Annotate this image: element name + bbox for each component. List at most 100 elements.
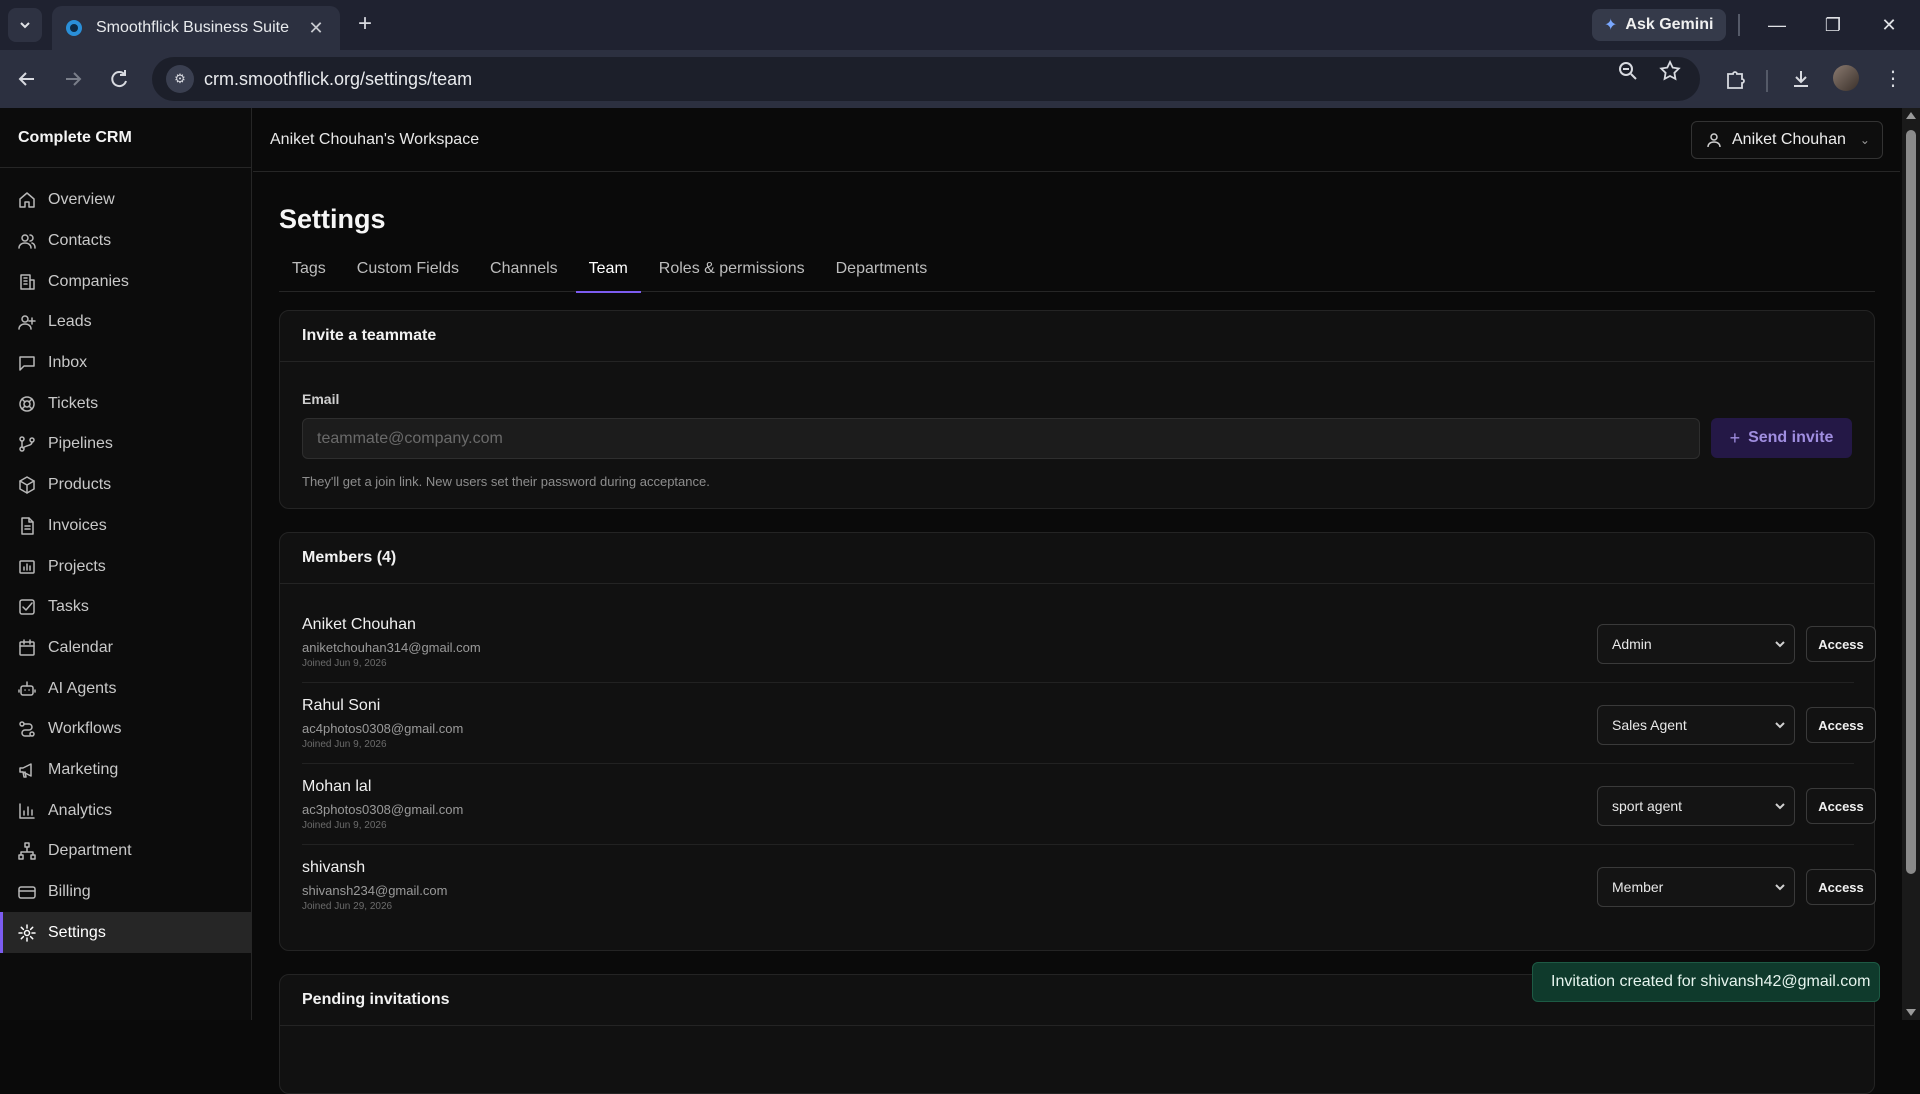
sidebar-item-settings[interactable]: Settings (0, 912, 251, 954)
main-area: Aniket Chouhan's Workspace Aniket Chouha… (253, 108, 1900, 1094)
sidebar-item-label: Workflows (48, 720, 122, 738)
tab-departments[interactable]: Departments (823, 256, 941, 292)
sidebar-item-workflows[interactable]: Workflows (0, 709, 251, 750)
back-button[interactable] (12, 64, 42, 94)
tab-search-button[interactable] (8, 8, 42, 42)
gemini-sparkle-icon: ✦ (1604, 17, 1618, 34)
invite-hint: They'll get a join link. New users set t… (302, 474, 710, 489)
user-menu-button[interactable]: Aniket Chouhan ⌄ (1691, 121, 1883, 159)
member-email: aniketchouhan314@gmail.com (302, 640, 481, 655)
role-select[interactable]: Member (1597, 867, 1795, 907)
browser-tab-active[interactable]: Smoothflick Business Suite ✕ (52, 6, 340, 50)
minimize-button[interactable]: — (1762, 10, 1792, 40)
sidebar-item-pipelines[interactable]: Pipelines (0, 424, 251, 465)
member-joined-date: Joined Jun 9, 2026 (302, 739, 387, 750)
tab-team[interactable]: Team (575, 256, 641, 293)
reload-button[interactable] (104, 64, 134, 94)
sidebar-item-marketing[interactable]: Marketing (0, 750, 251, 791)
sidebar-item-ai-agents[interactable]: AI Agents (0, 668, 251, 709)
scroll-down-icon[interactable] (1906, 1009, 1916, 1016)
site-settings-icon[interactable]: ⚙ (166, 65, 194, 93)
sidebar-item-products[interactable]: Products (0, 465, 251, 506)
sidebar-item-label: Analytics (48, 801, 113, 819)
forward-button[interactable] (58, 64, 88, 94)
downloads-icon[interactable] (1786, 64, 1816, 94)
git-branch-icon (18, 435, 36, 453)
message-icon (18, 354, 36, 372)
sidebar-item-analytics[interactable]: Analytics (0, 790, 251, 831)
sidebar-item-label: Tickets (48, 394, 99, 412)
member-row: Aniket Chouhan aniketchouhan314@gmail.com… (302, 602, 1876, 683)
member-row: Rahul Soni ac4photos0308@gmail.com Joined … (302, 683, 1876, 764)
browser-menu-icon[interactable]: ⋮ (1878, 64, 1908, 94)
member-name: Aniket Chouhan (302, 616, 416, 633)
browser-profile-avatar[interactable] (1833, 65, 1859, 91)
building-icon (18, 273, 36, 291)
extensions-icon[interactable] (1720, 64, 1750, 94)
tab-channels[interactable]: Channels (477, 256, 571, 292)
url-text[interactable]: crm.smoothflick.org/settings/team (204, 69, 472, 90)
check-square-icon (18, 598, 36, 616)
user-menu-label: Aniket Chouhan (1732, 131, 1846, 148)
role-select[interactable]: Sales Agent (1597, 705, 1795, 745)
sidebar-item-companies[interactable]: Companies (0, 261, 251, 302)
sidebar-item-overview[interactable]: Overview (0, 180, 251, 221)
sidebar-item-label: Tasks (48, 598, 89, 616)
megaphone-icon (18, 761, 36, 779)
scroll-up-icon[interactable] (1906, 112, 1916, 119)
sidebar-item-calendar[interactable]: Calendar (0, 628, 251, 669)
member-row: shivansh shivansh234@gmail.com Joined Jun … (302, 845, 1876, 926)
sidebar-item-tasks[interactable]: Tasks (0, 587, 251, 628)
sidebar-item-billing[interactable]: Billing (0, 872, 251, 913)
restore-button[interactable]: ❐ (1818, 10, 1848, 40)
invite-card: Invite a teammate Email + Send invite Th… (279, 310, 1875, 509)
network-icon (18, 842, 36, 861)
page-scrollbar[interactable] (1902, 108, 1920, 1020)
address-bar[interactable]: ⚙ crm.smoothflick.org/settings/team (152, 57, 1700, 101)
sidebar-item-contacts[interactable]: Contacts (0, 221, 251, 262)
file-icon (18, 517, 36, 535)
browser-tab-title: Smoothflick Business Suite (96, 19, 289, 36)
reload-icon (111, 70, 127, 88)
zoom-icon[interactable] (1617, 60, 1643, 84)
access-button[interactable]: Access (1806, 788, 1876, 824)
divider (1738, 14, 1740, 36)
access-button[interactable]: Access (1806, 626, 1876, 662)
workflow-icon (18, 720, 36, 738)
role-select-value: Admin (1612, 636, 1652, 652)
sidebar-item-tickets[interactable]: Tickets (0, 383, 251, 424)
tab-custom-fields[interactable]: Custom Fields (344, 256, 472, 292)
tab-tags[interactable]: Tags (279, 256, 339, 292)
sidebar-item-inbox[interactable]: Inbox (0, 343, 251, 384)
role-select[interactable]: sport agent (1597, 786, 1795, 826)
sidebar-item-invoices[interactable]: Invoices (0, 506, 251, 547)
member-row: Mohan lal ac3photos0308@gmail.com Joined J… (302, 764, 1876, 845)
sidebar-nav: Overview Contacts Companies Leads Inbox Ticke… (0, 168, 251, 954)
member-joined-date: Joined Jun 9, 2026 (302, 820, 387, 831)
scrollbar-thumb[interactable] (1906, 130, 1916, 874)
sidebar-item-label: Leads (48, 313, 92, 331)
sidebar-item-label: Billing (48, 883, 91, 901)
sidebar-item-department[interactable]: Department (0, 831, 251, 872)
send-invite-button[interactable]: + Send invite (1711, 418, 1852, 458)
window-close-button[interactable]: ✕ (1874, 10, 1904, 40)
sidebar-item-label: Contacts (48, 232, 112, 250)
page-title: Settings (279, 204, 386, 234)
sidebar-item-leads[interactable]: Leads (0, 302, 251, 343)
bookmark-star-icon[interactable] (1659, 60, 1685, 84)
users-icon (18, 232, 36, 250)
chevron-down-icon (1774, 877, 1786, 897)
sidebar-item-label: Products (48, 476, 112, 494)
email-field[interactable] (302, 418, 1700, 459)
access-button[interactable]: Access (1806, 869, 1876, 905)
access-button[interactable]: Access (1806, 707, 1876, 743)
ask-gemini-button[interactable]: ✦ Ask Gemini (1592, 9, 1726, 41)
sidebar-item-label: Companies (48, 272, 129, 290)
tab-close-icon[interactable]: ✕ (306, 18, 326, 39)
sidebar-item-label: Overview (48, 191, 115, 209)
sidebar-item-projects[interactable]: Projects (0, 546, 251, 587)
role-select[interactable]: Admin (1597, 624, 1795, 664)
new-tab-button[interactable]: + (352, 12, 378, 38)
tab-roles-permissions[interactable]: Roles & permissions (646, 256, 818, 292)
lifebuoy-icon (18, 395, 36, 413)
